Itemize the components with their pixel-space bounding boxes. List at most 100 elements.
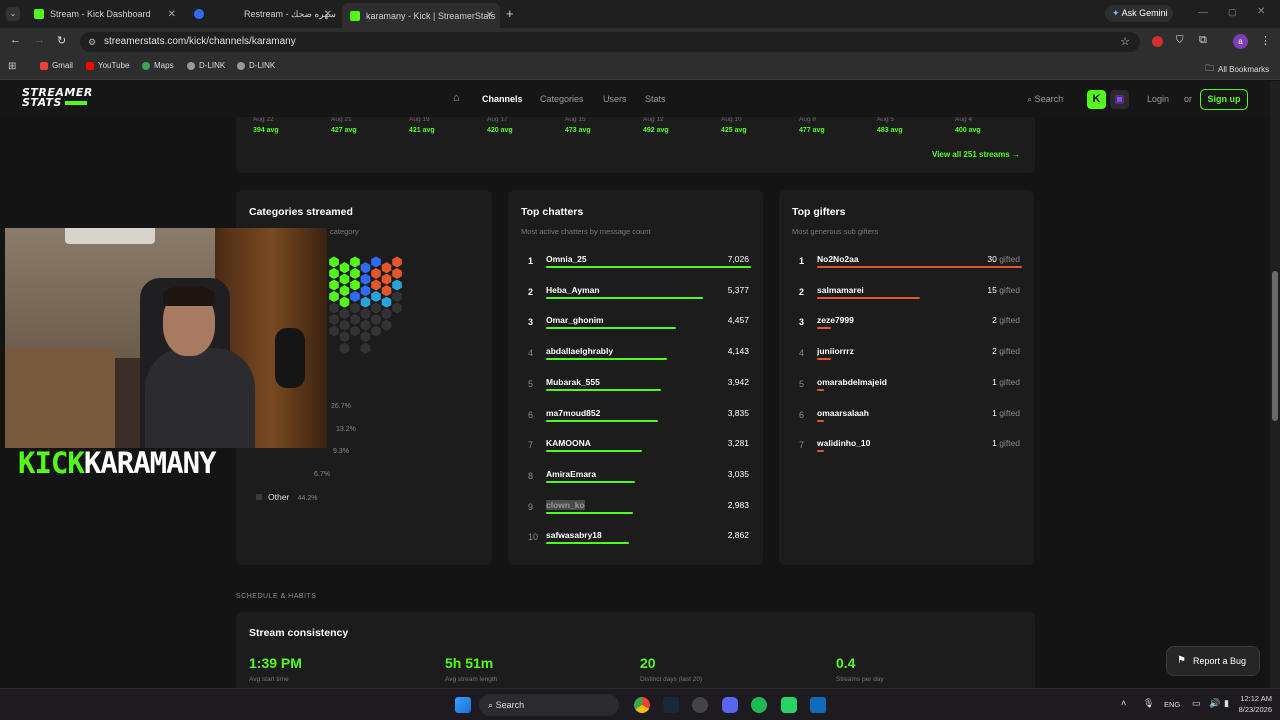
gifter-row[interactable]: 1 No2No2aa 30 gifted [799, 254, 1022, 278]
streamerstats-logo[interactable]: STREAMER STATS [22, 87, 93, 108]
tab-list-button[interactable]: ⌄ [6, 7, 20, 21]
category-hex[interactable] [338, 295, 351, 309]
category-hex[interactable] [338, 272, 351, 286]
tray-overflow-icon[interactable]: ˄ [1121, 698, 1126, 708]
username[interactable]: Omar_ghonim [546, 315, 604, 325]
nav-categories[interactable]: Categories [540, 94, 584, 104]
obs-icon[interactable] [692, 697, 708, 713]
forward-icon[interactable]: → [34, 34, 45, 46]
category-hex[interactable] [380, 295, 393, 309]
username[interactable]: zeze7999 [817, 315, 854, 325]
username[interactable]: abdallaelghrably [546, 346, 613, 356]
close-window-button[interactable]: ✕ [1257, 6, 1265, 17]
username[interactable]: salmamarei [817, 285, 864, 295]
chrome-icon[interactable] [634, 697, 650, 713]
username[interactable]: clown_ko [546, 499, 585, 510]
chatter-row[interactable]: 3 Omar_ghonim 4,457 [528, 315, 749, 339]
category-hex[interactable] [359, 341, 372, 355]
shield-extension-icon[interactable]: ⛉ [1176, 35, 1184, 46]
username[interactable]: safwasabry18 [546, 530, 602, 540]
category-hex[interactable] [328, 278, 340, 292]
bookmark-youtube[interactable]: YouTube [86, 61, 129, 70]
bookmark-star-icon[interactable]: ☆ [1120, 32, 1130, 52]
twitch-platform-button[interactable]: ▣ [1110, 90, 1129, 109]
network-icon[interactable]: ▭ [1192, 698, 1201, 709]
category-hex[interactable] [359, 261, 372, 275]
category-hex[interactable] [370, 290, 382, 303]
chatter-row[interactable]: 2 Heba_Ayman 5,377 [528, 285, 749, 309]
clock[interactable]: 12:12 AM 8/23/2026 [1228, 693, 1272, 715]
category-hex[interactable] [359, 307, 372, 321]
chatter-row[interactable]: 5 Mubarak_555 3,942 [528, 377, 749, 401]
outlook-icon[interactable] [810, 697, 826, 713]
report-bug-button[interactable]: ⚑ Report a Bug [1166, 646, 1260, 676]
gifter-row[interactable]: 6 omaarsalaah 1 gifted [799, 408, 1020, 432]
steam-icon[interactable] [663, 697, 679, 713]
category-hex[interactable] [338, 284, 351, 298]
category-hex[interactable] [338, 261, 351, 275]
category-hex[interactable] [370, 324, 382, 338]
category-hex[interactable] [349, 301, 361, 315]
chatter-row[interactable]: 7 KAMOONA 3,281 [528, 438, 749, 462]
site-info-icon[interactable]: ⚙ [88, 32, 96, 52]
category-hex[interactable] [380, 318, 393, 332]
category-hex[interactable] [359, 330, 372, 344]
scrollbar-thumb[interactable] [1272, 271, 1278, 421]
login-link[interactable]: Login [1147, 94, 1169, 104]
category-hex[interactable] [338, 318, 351, 332]
chatter-row[interactable]: 1 Omnia_25 7,026 [528, 254, 751, 278]
language-indicator[interactable]: ENG [1164, 700, 1180, 709]
category-hex[interactable] [338, 330, 351, 344]
username[interactable]: omarabdelmajeid [817, 377, 887, 387]
category-hex[interactable] [328, 324, 340, 338]
category-hex[interactable] [359, 295, 372, 309]
spotify-icon[interactable] [751, 697, 767, 713]
url-bar[interactable]: ⚙ streamerstats.com/kick/channels/karama… [80, 32, 1140, 52]
chatter-row[interactable]: 10 safwasabry18 2,862 [528, 530, 749, 554]
bookmark-dlink-2[interactable]: D-LINK [237, 61, 275, 70]
category-hex[interactable] [359, 318, 372, 332]
signup-button[interactable]: Sign up [1200, 89, 1248, 110]
taskbar-search[interactable]: ⌕ Search [479, 694, 619, 716]
username[interactable]: No2No2aa [817, 254, 859, 264]
all-bookmarks[interactable]: 🗀 All Bookmarks [1205, 61, 1269, 77]
category-hex[interactable] [338, 307, 351, 321]
category-hex[interactable] [349, 278, 361, 292]
category-hex[interactable] [349, 255, 361, 269]
gifter-row[interactable]: 3 zeze7999 2 gifted [799, 315, 1020, 339]
gifter-row[interactable]: 7 walidinho_10 1 gifted [799, 438, 1020, 462]
mic-icon[interactable]: 🎙 [1143, 698, 1154, 709]
bookmark-gmail[interactable]: Gmail [40, 61, 73, 70]
category-hex[interactable] [328, 290, 340, 303]
extension-red-icon[interactable] [1152, 36, 1163, 47]
category-hex[interactable] [391, 290, 403, 303]
username[interactable]: Mubarak_555 [546, 377, 600, 387]
category-hex[interactable] [328, 267, 340, 280]
site-search-button[interactable]: ⌕ Search [1027, 94, 1063, 105]
close-icon[interactable]: ✕ [324, 9, 332, 20]
username[interactable]: ma7moud852 [546, 408, 600, 418]
category-hex[interactable] [338, 341, 351, 355]
windows-start-icon[interactable] [455, 697, 471, 713]
tab-streamerstats[interactable]: karamany - Kick | StreamerStats ✕ [342, 3, 500, 28]
category-hex[interactable] [391, 255, 403, 269]
view-all-streams-link[interactable]: View all 251 streams → [932, 150, 1020, 159]
chatter-row[interactable]: 4 abdallaelghrably 4,143 [528, 346, 749, 370]
gifter-row[interactable]: 2 salmamarei 15 gifted [799, 285, 1020, 309]
category-hex[interactable] [328, 301, 340, 315]
category-hex[interactable] [391, 278, 403, 292]
username[interactable]: AmiraEmara [546, 469, 596, 479]
tab-kick-dashboard[interactable]: Stream - Kick Dashboard ✕ [26, 3, 182, 25]
reload-icon[interactable]: ↻ [57, 34, 66, 47]
close-icon[interactable]: ✕ [486, 10, 494, 21]
browser-menu-icon[interactable]: ⋮ [1260, 34, 1271, 47]
category-hex[interactable] [380, 272, 393, 286]
new-tab-button[interactable]: + [506, 6, 514, 21]
nav-users[interactable]: Users [603, 94, 627, 104]
profile-avatar[interactable]: a [1233, 34, 1248, 49]
category-hex[interactable] [359, 272, 372, 286]
maximize-button[interactable]: ▢ [1228, 7, 1237, 18]
username[interactable]: Omnia_25 [546, 254, 587, 264]
kick-platform-button[interactable]: K [1087, 90, 1106, 109]
category-hex[interactable] [349, 267, 361, 280]
